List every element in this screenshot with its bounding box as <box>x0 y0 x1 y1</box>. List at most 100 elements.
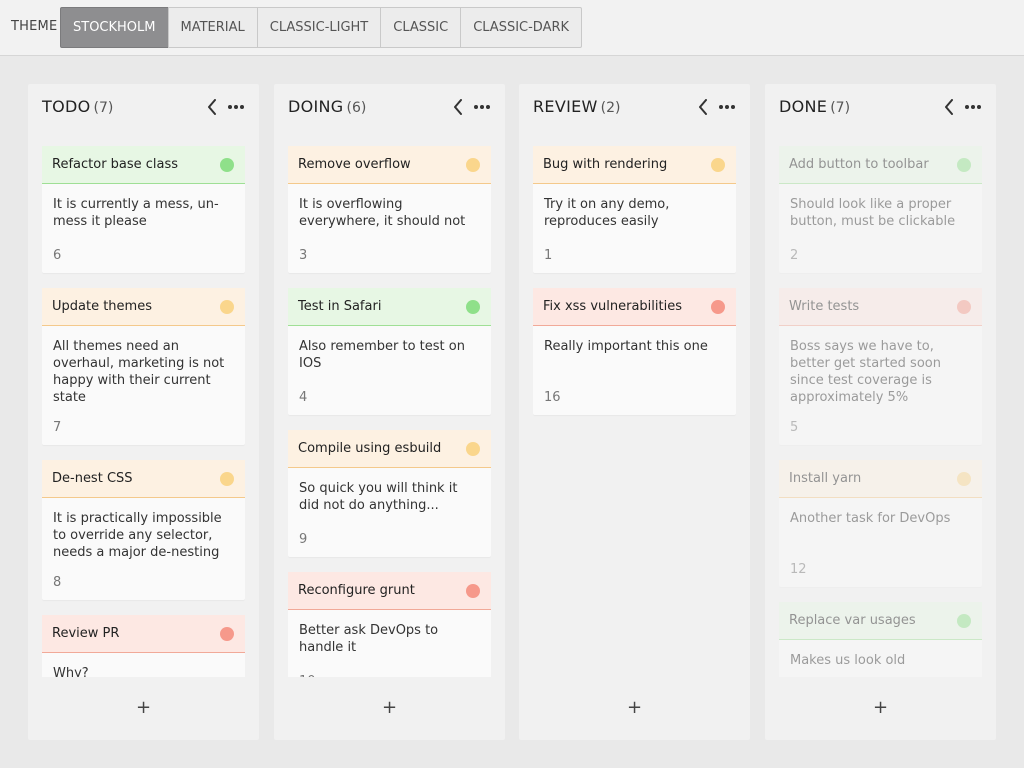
card-title: Write tests <box>789 299 860 314</box>
card-description: So quick you will think it did not do an… <box>299 481 458 513</box>
card-description: All themes need an overhaul, marketing i… <box>53 339 225 405</box>
column-done: DONE (7) Add button to toolbar Should loo… <box>765 84 996 740</box>
task-card[interactable]: Install yarn Another task for DevOps 12 <box>779 460 982 587</box>
task-card[interactable]: Add button to toolbar Should look like a… <box>779 146 982 273</box>
card-number: 16 <box>544 390 561 405</box>
card-header: Review PR <box>42 615 245 653</box>
card-title: Add button to toolbar <box>789 157 929 172</box>
more-options-icon[interactable] <box>225 97 247 117</box>
more-options-icon[interactable] <box>716 97 738 117</box>
task-card[interactable]: Refactor base class It is currently a me… <box>42 146 245 273</box>
card-description: Why? <box>53 666 89 677</box>
task-card[interactable]: Test in Safari Also remember to test on … <box>288 288 491 415</box>
column-count: (7) <box>93 100 114 116</box>
task-card[interactable]: Reconfigure grunt Better ask DevOps to h… <box>288 572 491 677</box>
task-card[interactable]: Remove overflow It is overflowing everyw… <box>288 146 491 273</box>
card-description: Another task for DevOps <box>790 511 951 526</box>
card-description: Try it on any demo, reproduces easily <box>544 197 670 229</box>
card-title: Review PR <box>52 626 120 641</box>
add-card-button[interactable]: + <box>765 696 996 720</box>
status-dot-icon <box>466 300 480 314</box>
task-card[interactable]: Update themes All themes need an overhau… <box>42 288 245 445</box>
card-title: De-nest CSS <box>52 471 133 486</box>
task-card[interactable]: Bug with rendering Try it on any demo, r… <box>533 146 736 273</box>
column-doing: DOING (6) Remove overflow It is overflowi… <box>274 84 505 740</box>
card-description: Should look like a proper button, must b… <box>790 197 956 229</box>
card-number: 9 <box>299 532 308 547</box>
chevron-left-icon[interactable] <box>449 97 467 117</box>
status-dot-icon <box>957 300 971 314</box>
status-dot-icon <box>957 472 971 486</box>
status-dot-icon <box>220 158 234 172</box>
task-card[interactable]: Review PR Why? <box>42 615 245 677</box>
more-options-icon[interactable] <box>471 97 493 117</box>
card-number: 7 <box>53 420 62 435</box>
card-title: Reconfigure grunt <box>298 583 415 598</box>
more-options-icon[interactable] <box>962 97 984 117</box>
card-header: Fix xss vulnerabilities <box>533 288 736 326</box>
card-title: Bug with rendering <box>543 157 668 172</box>
column-header: TODO (7) <box>42 97 247 121</box>
card-title: Fix xss vulnerabilities <box>543 299 683 314</box>
status-dot-icon <box>466 584 480 598</box>
add-card-button[interactable]: + <box>519 696 750 720</box>
card-header: Update themes <box>42 288 245 326</box>
status-dot-icon <box>220 300 234 314</box>
card-description: Better ask DevOps to handle it <box>299 623 439 655</box>
theme-material-button[interactable]: MATERIAL <box>167 7 258 48</box>
card-number: 5 <box>790 420 799 435</box>
card-title: Install yarn <box>789 471 862 486</box>
column-card-list: Refactor base class It is currently a me… <box>42 146 245 677</box>
task-card[interactable]: Replace var usages Makes us look old 13 <box>779 602 982 677</box>
status-dot-icon <box>957 614 971 628</box>
theme-classic-light-button[interactable]: CLASSIC-LIGHT <box>256 7 382 48</box>
card-number: 12 <box>790 562 807 577</box>
card-number: 6 <box>53 248 62 263</box>
status-dot-icon <box>220 472 234 486</box>
card-header: Install yarn <box>779 460 982 498</box>
card-header: Bug with rendering <box>533 146 736 184</box>
card-header: Refactor base class <box>42 146 245 184</box>
card-title: Refactor base class <box>52 157 179 172</box>
theme-classic-button[interactable]: CLASSIC <box>380 7 462 48</box>
column-title: TODO <box>42 97 91 116</box>
task-card[interactable]: De-nest CSS It is practically impossible… <box>42 460 245 600</box>
task-card[interactable]: Fix xss vulnerabilities Really important… <box>533 288 736 415</box>
column-count: (6) <box>346 100 367 116</box>
status-dot-icon <box>466 442 480 456</box>
card-number: 2 <box>790 248 799 263</box>
column-header: DONE (7) <box>779 97 984 121</box>
card-description: Boss says we have to, better get started… <box>790 339 941 405</box>
card-number: 4 <box>299 390 308 405</box>
card-title: Remove overflow <box>298 157 411 172</box>
task-card[interactable]: Write tests Boss says we have to, better… <box>779 288 982 445</box>
card-title: Test in Safari <box>298 299 382 314</box>
task-card[interactable]: Compile using esbuild So quick you will … <box>288 430 491 557</box>
card-number: 1 <box>544 248 553 263</box>
column-todo: TODO (7) Refactor base class It is curren… <box>28 84 259 740</box>
card-title: Replace var usages <box>789 613 916 628</box>
card-description: It is currently a mess, un-mess it pleas… <box>53 197 219 229</box>
card-number: 3 <box>299 248 308 263</box>
theme-stockholm-button[interactable]: STOCKHOLM <box>60 7 169 48</box>
status-dot-icon <box>957 158 971 172</box>
card-number: 10 <box>288 660 491 677</box>
column-count: (7) <box>830 100 851 116</box>
chevron-left-icon[interactable] <box>694 97 712 117</box>
theme-classic-dark-button[interactable]: CLASSIC-DARK <box>460 7 583 48</box>
card-header: Test in Safari <box>288 288 491 326</box>
card-header: De-nest CSS <box>42 460 245 498</box>
column-count: (2) <box>600 100 621 116</box>
add-card-button[interactable]: + <box>28 696 259 720</box>
column-header: DOING (6) <box>288 97 493 121</box>
status-dot-icon <box>466 158 480 172</box>
card-title: Update themes <box>52 299 152 314</box>
card-description: Really important this one <box>544 339 708 354</box>
status-dot-icon <box>711 158 725 172</box>
chevron-left-icon[interactable] <box>203 97 221 117</box>
column-card-list: Remove overflow It is overflowing everyw… <box>288 146 491 677</box>
column-review: REVIEW (2) Bug with rendering Try it on a… <box>519 84 750 740</box>
chevron-left-icon[interactable] <box>940 97 958 117</box>
add-card-button[interactable]: + <box>274 696 505 720</box>
card-description: It is overflowing everywhere, it should … <box>299 197 466 229</box>
